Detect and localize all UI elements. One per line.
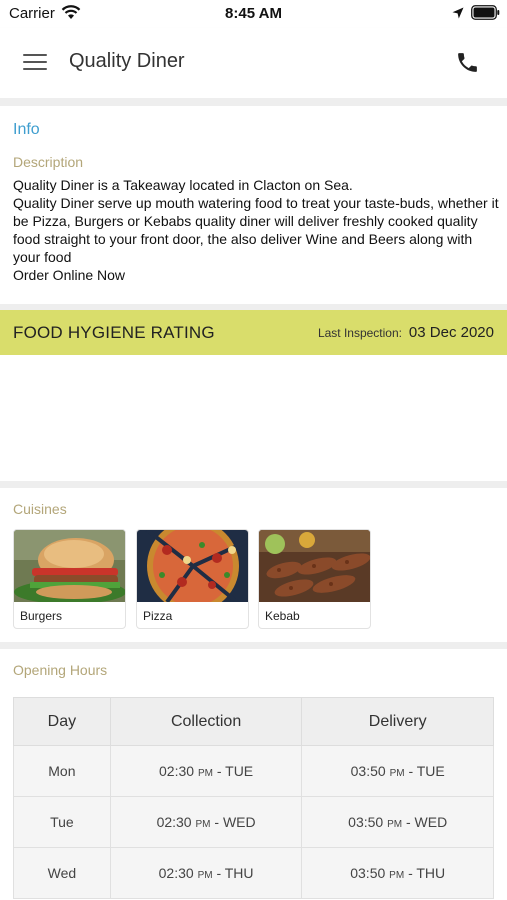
- time-value: 03:50: [348, 814, 384, 830]
- until-value: - WED: [214, 814, 256, 830]
- last-inspection-label: Last Inspection:: [317, 326, 402, 340]
- collection-cell: 02:30 PM - WED: [109, 796, 303, 848]
- table-header-row: Day Collection Delivery: [13, 697, 494, 746]
- opening-hours-label: Opening Hours: [13, 662, 108, 678]
- burger-image: [14, 530, 125, 602]
- delivery-cell: 03:50 PM - WED: [301, 796, 494, 848]
- day-cell: Mon: [13, 745, 111, 797]
- table-row: Mon 02:30 PM - TUE 03:50 PM - TUE: [13, 745, 494, 797]
- time-value: 02:30: [159, 763, 195, 779]
- column-header-delivery: Delivery: [301, 697, 494, 746]
- table-row: Wed 02:30 PM - THU 03:50 PM - THU: [13, 847, 494, 899]
- ampm-value: PM: [197, 768, 213, 779]
- time-value: 03:50: [350, 865, 386, 881]
- time-value: 02:30: [156, 814, 192, 830]
- until-value: - WED: [406, 814, 448, 830]
- battery-icon: [471, 5, 500, 20]
- column-header-day: Day: [13, 697, 111, 746]
- description-label: Description: [13, 154, 84, 170]
- day-cell: Tue: [13, 796, 111, 848]
- delivery-cell: 03:50 PM - TUE: [301, 745, 494, 797]
- cuisines-label: Cuisines: [13, 501, 67, 517]
- hamburger-menu-icon[interactable]: [23, 52, 47, 72]
- opening-hours-table: Day Collection Delivery Mon 02:30 PM - T…: [13, 697, 494, 899]
- description-text: Quality Diner is a Takeaway located in C…: [13, 177, 499, 283]
- time-value: 02:30: [158, 865, 194, 881]
- cuisine-card-burgers[interactable]: Burgers: [13, 529, 126, 629]
- info-heading: Info: [13, 121, 40, 138]
- until-value: - THU: [408, 865, 446, 881]
- time-value: 03:50: [350, 763, 386, 779]
- phone-icon[interactable]: [455, 50, 480, 75]
- page-title: Quality Diner: [69, 50, 185, 72]
- cuisine-card-pizza[interactable]: Pizza: [136, 529, 249, 629]
- day-cell: Wed: [13, 847, 111, 899]
- food-hygiene-bar: FOOD HYGIENE RATING Last Inspection: 03 …: [0, 310, 507, 355]
- collection-cell: 02:30 PM - THU: [109, 847, 303, 899]
- ampm-value: PM: [389, 870, 405, 881]
- delivery-cell: 03:50 PM - THU: [301, 847, 494, 899]
- app-bar: Quality Diner: [0, 28, 507, 98]
- collection-cell: 02:30 PM - TUE: [109, 745, 303, 797]
- ampm-value: PM: [195, 819, 211, 830]
- kebab-image: [259, 530, 370, 602]
- ampm-value: PM: [197, 870, 213, 881]
- cuisine-name: Pizza: [143, 609, 173, 623]
- cuisine-card-kebab[interactable]: Kebab: [258, 529, 371, 629]
- pizza-image: [137, 530, 248, 602]
- cuisine-name: Kebab: [265, 609, 300, 623]
- section-divider: [0, 481, 507, 488]
- ampm-value: PM: [389, 768, 405, 779]
- last-inspection-date: 03 Dec 2020: [408, 324, 494, 341]
- hygiene-title: FOOD HYGIENE RATING: [13, 323, 215, 342]
- status-time: 8:45 AM: [225, 5, 282, 22]
- cuisine-name: Burgers: [20, 609, 63, 623]
- status-bar: Carrier 8:45 AM: [0, 0, 507, 28]
- column-header-collection: Collection: [109, 697, 303, 746]
- section-divider: [0, 642, 507, 649]
- until-value: - TUE: [408, 763, 445, 779]
- table-row: Tue 02:30 PM - WED 03:50 PM - WED: [13, 796, 494, 848]
- section-divider: [0, 98, 507, 106]
- until-value: - TUE: [216, 763, 254, 779]
- ampm-value: PM: [387, 819, 403, 830]
- until-value: - THU: [216, 865, 254, 881]
- location-arrow-icon: [452, 7, 464, 19]
